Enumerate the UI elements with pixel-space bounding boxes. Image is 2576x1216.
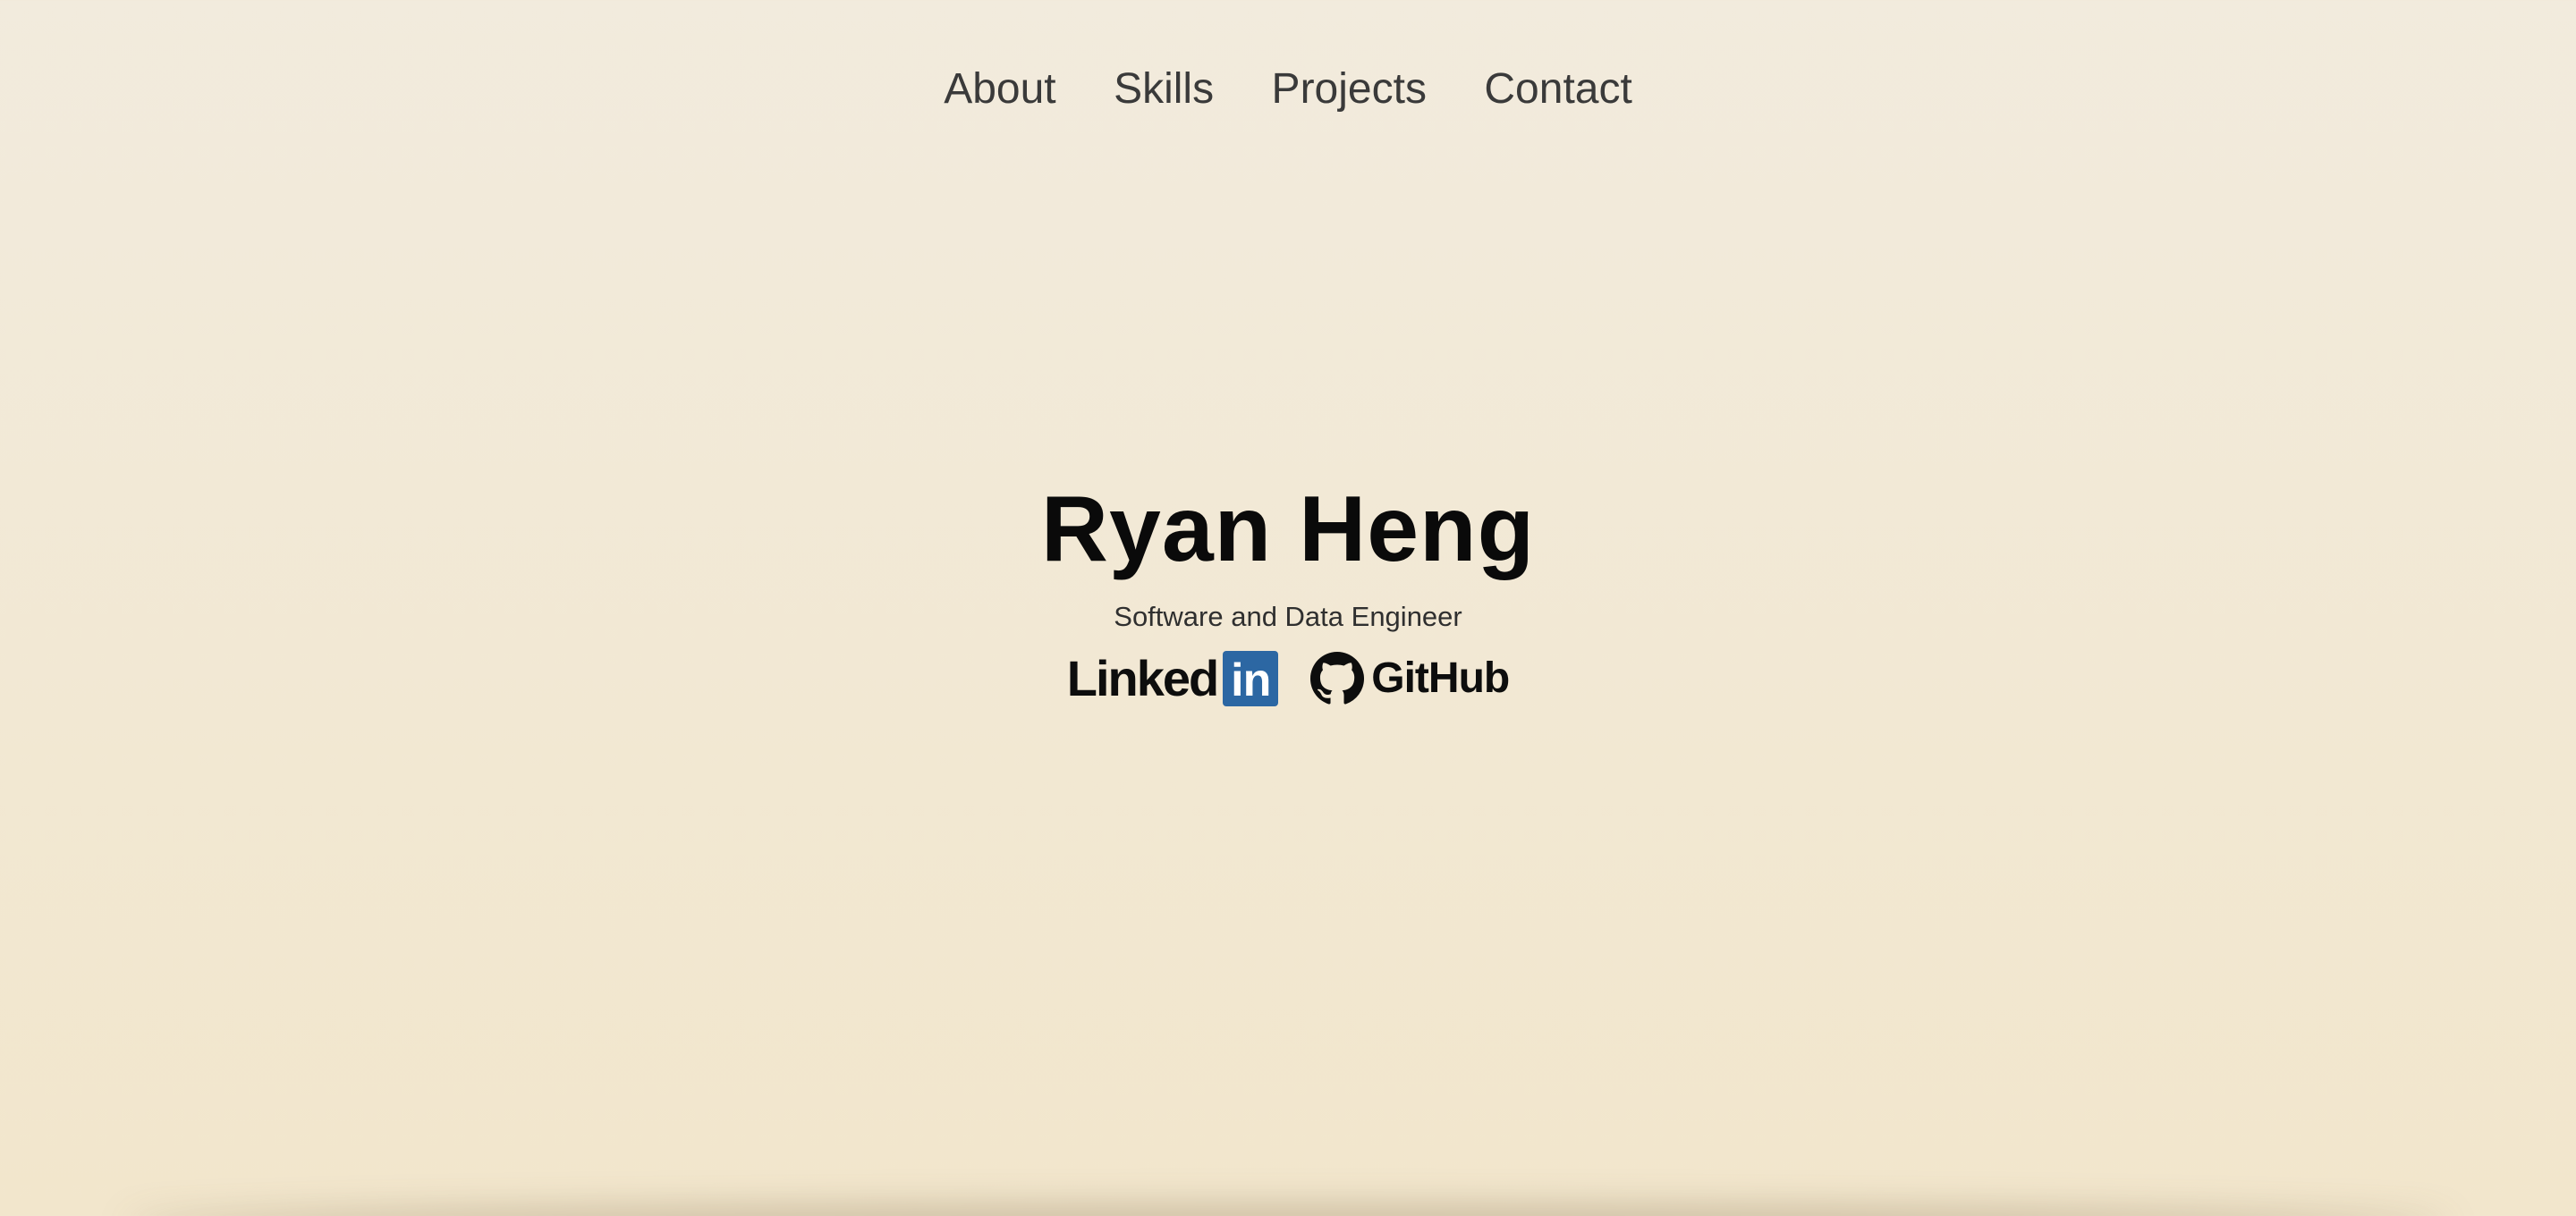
linkedin-logo-text: Linked	[1066, 650, 1219, 706]
nav-link-contact[interactable]: Contact	[1484, 64, 1631, 114]
linkedin-icon-text: in	[1231, 654, 1271, 706]
github-link[interactable]: GitHub	[1310, 652, 1510, 705]
nav-link-projects[interactable]: Projects	[1272, 64, 1427, 114]
github-logo-text: GitHub	[1371, 654, 1510, 702]
main-nav: About Skills Projects Contact	[0, 64, 2576, 114]
linkedin-icon: in	[1223, 651, 1279, 706]
hero-section: Ryan Heng Software and Data Engineer Lin…	[0, 476, 2576, 706]
nav-link-skills[interactable]: Skills	[1114, 64, 1214, 114]
nav-link-about[interactable]: About	[944, 64, 1055, 114]
social-links: Linked in GitHub	[0, 651, 2576, 706]
linkedin-link[interactable]: Linked in	[1066, 650, 1279, 706]
github-icon	[1310, 652, 1365, 705]
hero-name: Ryan Heng	[1040, 477, 1536, 581]
hero-subtitle: Software and Data Engineer	[1114, 601, 1462, 632]
